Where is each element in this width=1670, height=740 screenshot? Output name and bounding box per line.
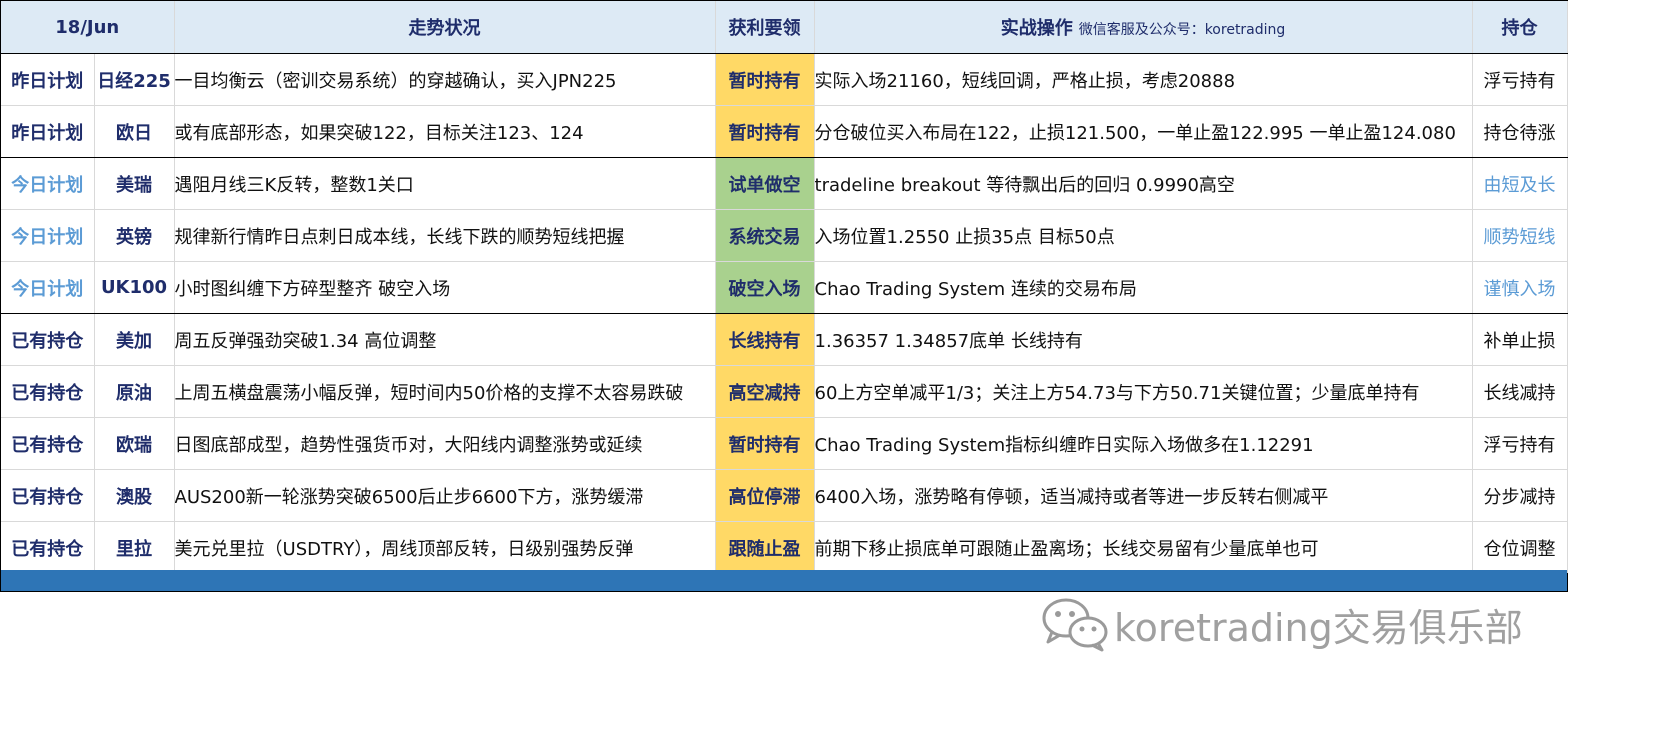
- table-row: 今日计划 UK100 小时图纠缠下方碎型整齐 破空入场 破空入场 Chao Tr…: [1, 261, 1568, 314]
- row-trend: 周五反弹强劲突破1.34 高位调整: [174, 313, 716, 366]
- watermark: koretrading交易俱乐部: [1040, 596, 1523, 652]
- row-action: 前期下移止损底单可跟随止盈离场；长线交易留有少量底单也可: [814, 521, 1473, 573]
- row-action: Chao Trading System指标纠缠昨日实际入场做多在1.12291: [814, 417, 1473, 470]
- row-trend: AUS200新一轮涨势突破6500后止步6600下方，涨势缓滞: [174, 469, 716, 522]
- row-type: 今日计划: [1, 209, 95, 262]
- row-asset: 欧瑞: [94, 417, 175, 470]
- row-type: 今日计划: [1, 157, 95, 210]
- row-asset: 原油: [94, 365, 175, 418]
- row-asset: 澳股: [94, 469, 175, 522]
- row-type: 已有持仓: [1, 417, 95, 470]
- row-key: 系统交易: [715, 209, 815, 262]
- row-hold: 分步减持: [1472, 469, 1568, 522]
- trading-plan-sheet: 18/Jun 走势状况 获利要领 实战操作 微信客服及公众号：koretradin…: [0, 0, 1568, 592]
- row-trend: 美元兑里拉（USDTRY），周线顶部反转，日级别强势反弹: [174, 521, 716, 573]
- table-row: 今日计划 英镑 规律新行情昨日点刺日成本线，长线下跌的顺势短线把握 系统交易 入…: [1, 209, 1568, 262]
- trading-plan-table: 18/Jun 走势状况 获利要领 实战操作 微信客服及公众号：koretradin…: [1, 1, 1568, 573]
- row-asset: 欧日: [94, 105, 175, 158]
- table-row: 昨日计划 日经225 一目均衡云（密训交易系统）的穿越确认，买入JPN225 暂…: [1, 53, 1568, 106]
- row-trend: 规律新行情昨日点刺日成本线，长线下跌的顺势短线把握: [174, 209, 716, 262]
- row-hold: 由短及长: [1472, 157, 1568, 210]
- row-action: 分仓破位买入布局在122，止损121.500，一单止盈122.995 一单止盈1…: [814, 105, 1473, 158]
- row-asset: 美瑞: [94, 157, 175, 210]
- table-row: 已有持仓 澳股 AUS200新一轮涨势突破6500后止步6600下方，涨势缓滞 …: [1, 469, 1568, 522]
- row-type: 已有持仓: [1, 365, 95, 418]
- header-key: 获利要领: [715, 1, 815, 54]
- header-trend: 走势状况: [174, 1, 716, 54]
- row-hold: 顺势短线: [1472, 209, 1568, 262]
- row-type: 已有持仓: [1, 469, 95, 522]
- row-hold: 持仓待涨: [1472, 105, 1568, 158]
- row-asset: 英镑: [94, 209, 175, 262]
- row-action: 实际入场21160，短线回调，严格止损，考虑20888: [814, 53, 1473, 106]
- row-type: 已有持仓: [1, 521, 95, 573]
- row-key: 试单做空: [715, 157, 815, 210]
- row-key: 暂时持有: [715, 105, 815, 158]
- row-hold: 补单止损: [1472, 313, 1568, 366]
- table-row: 昨日计划 欧日 或有底部形态，如果突破122，目标关注123、124 暂时持有 …: [1, 105, 1568, 158]
- watermark-text: koretrading交易俱乐部: [1114, 605, 1523, 650]
- row-hold: 浮亏持有: [1472, 417, 1568, 470]
- row-trend: 一目均衡云（密训交易系统）的穿越确认，买入JPN225: [174, 53, 716, 106]
- row-hold: 长线减持: [1472, 365, 1568, 418]
- row-action: 6400入场，涨势略有停顿，适当减持或者等进一步反转右侧减平: [814, 469, 1473, 522]
- row-key: 跟随止盈: [715, 521, 815, 573]
- header-date: 18/Jun: [1, 1, 175, 54]
- row-action: 入场位置1.2550 止损35点 目标50点: [814, 209, 1473, 262]
- row-trend: 小时图纠缠下方碎型整齐 破空入场: [174, 261, 716, 314]
- row-type: 昨日计划: [1, 53, 95, 106]
- header-action: 实战操作 微信客服及公众号：koretrading: [814, 1, 1473, 54]
- row-type: 今日计划: [1, 261, 95, 314]
- row-hold: 谨慎入场: [1472, 261, 1568, 314]
- table-row: 今日计划 美瑞 遇阻月线三K反转，整数1关口 试单做空 tradeline br…: [1, 157, 1568, 210]
- footer-bar: [1, 570, 1567, 591]
- table-row: 已有持仓 原油 上周五横盘震荡小幅反弹，短时间内50价格的支撑不太容易跌破 高空…: [1, 365, 1568, 418]
- row-asset: 里拉: [94, 521, 175, 573]
- row-asset: 日经225: [94, 53, 175, 106]
- row-trend: 或有底部形态，如果突破122，目标关注123、124: [174, 105, 716, 158]
- row-asset: UK100: [94, 261, 175, 314]
- row-key: 高位停滞: [715, 469, 815, 522]
- row-key: 暂时持有: [715, 417, 815, 470]
- row-action: 1.36357 1.34857底单 长线持有: [814, 313, 1473, 366]
- table-row: 已有持仓 美加 周五反弹强劲突破1.34 高位调整 长线持有 1.36357 1…: [1, 313, 1568, 366]
- row-asset: 美加: [94, 313, 175, 366]
- table-row: 已有持仓 里拉 美元兑里拉（USDTRY），周线顶部反转，日级别强势反弹 跟随止…: [1, 521, 1568, 573]
- row-trend: 上周五横盘震荡小幅反弹，短时间内50价格的支撑不太容易跌破: [174, 365, 716, 418]
- row-action: tradeline breakout 等待飘出后的回归 0.9990高空: [814, 157, 1473, 210]
- row-type: 已有持仓: [1, 313, 95, 366]
- table-row: 已有持仓 欧瑞 日图底部成型，趋势性强货币对，大阳线内调整涨势或延续 暂时持有 …: [1, 417, 1568, 470]
- row-trend: 日图底部成型，趋势性强货币对，大阳线内调整涨势或延续: [174, 417, 716, 470]
- row-key: 破空入场: [715, 261, 815, 314]
- row-key: 长线持有: [715, 313, 815, 366]
- header-row: 18/Jun 走势状况 获利要领 实战操作 微信客服及公众号：koretradin…: [1, 1, 1568, 54]
- row-type: 昨日计划: [1, 105, 95, 158]
- wechat-icon: [1042, 598, 1108, 652]
- row-hold: 仓位调整: [1472, 521, 1568, 573]
- row-key: 高空减持: [715, 365, 815, 418]
- header-action-note: 微信客服及公众号：koretrading: [1078, 22, 1286, 38]
- header-action-label: 实战操作: [1000, 18, 1073, 39]
- row-trend: 遇阻月线三K反转，整数1关口: [174, 157, 716, 210]
- row-action: 60上方空单减平1/3；关注上方54.73与下方50.71关键位置；少量底单持有: [814, 365, 1473, 418]
- header-hold: 持仓: [1472, 1, 1568, 54]
- row-hold: 浮亏持有: [1472, 53, 1568, 106]
- row-key: 暂时持有: [715, 53, 815, 106]
- row-action: Chao Trading System 连续的交易布局: [814, 261, 1473, 314]
